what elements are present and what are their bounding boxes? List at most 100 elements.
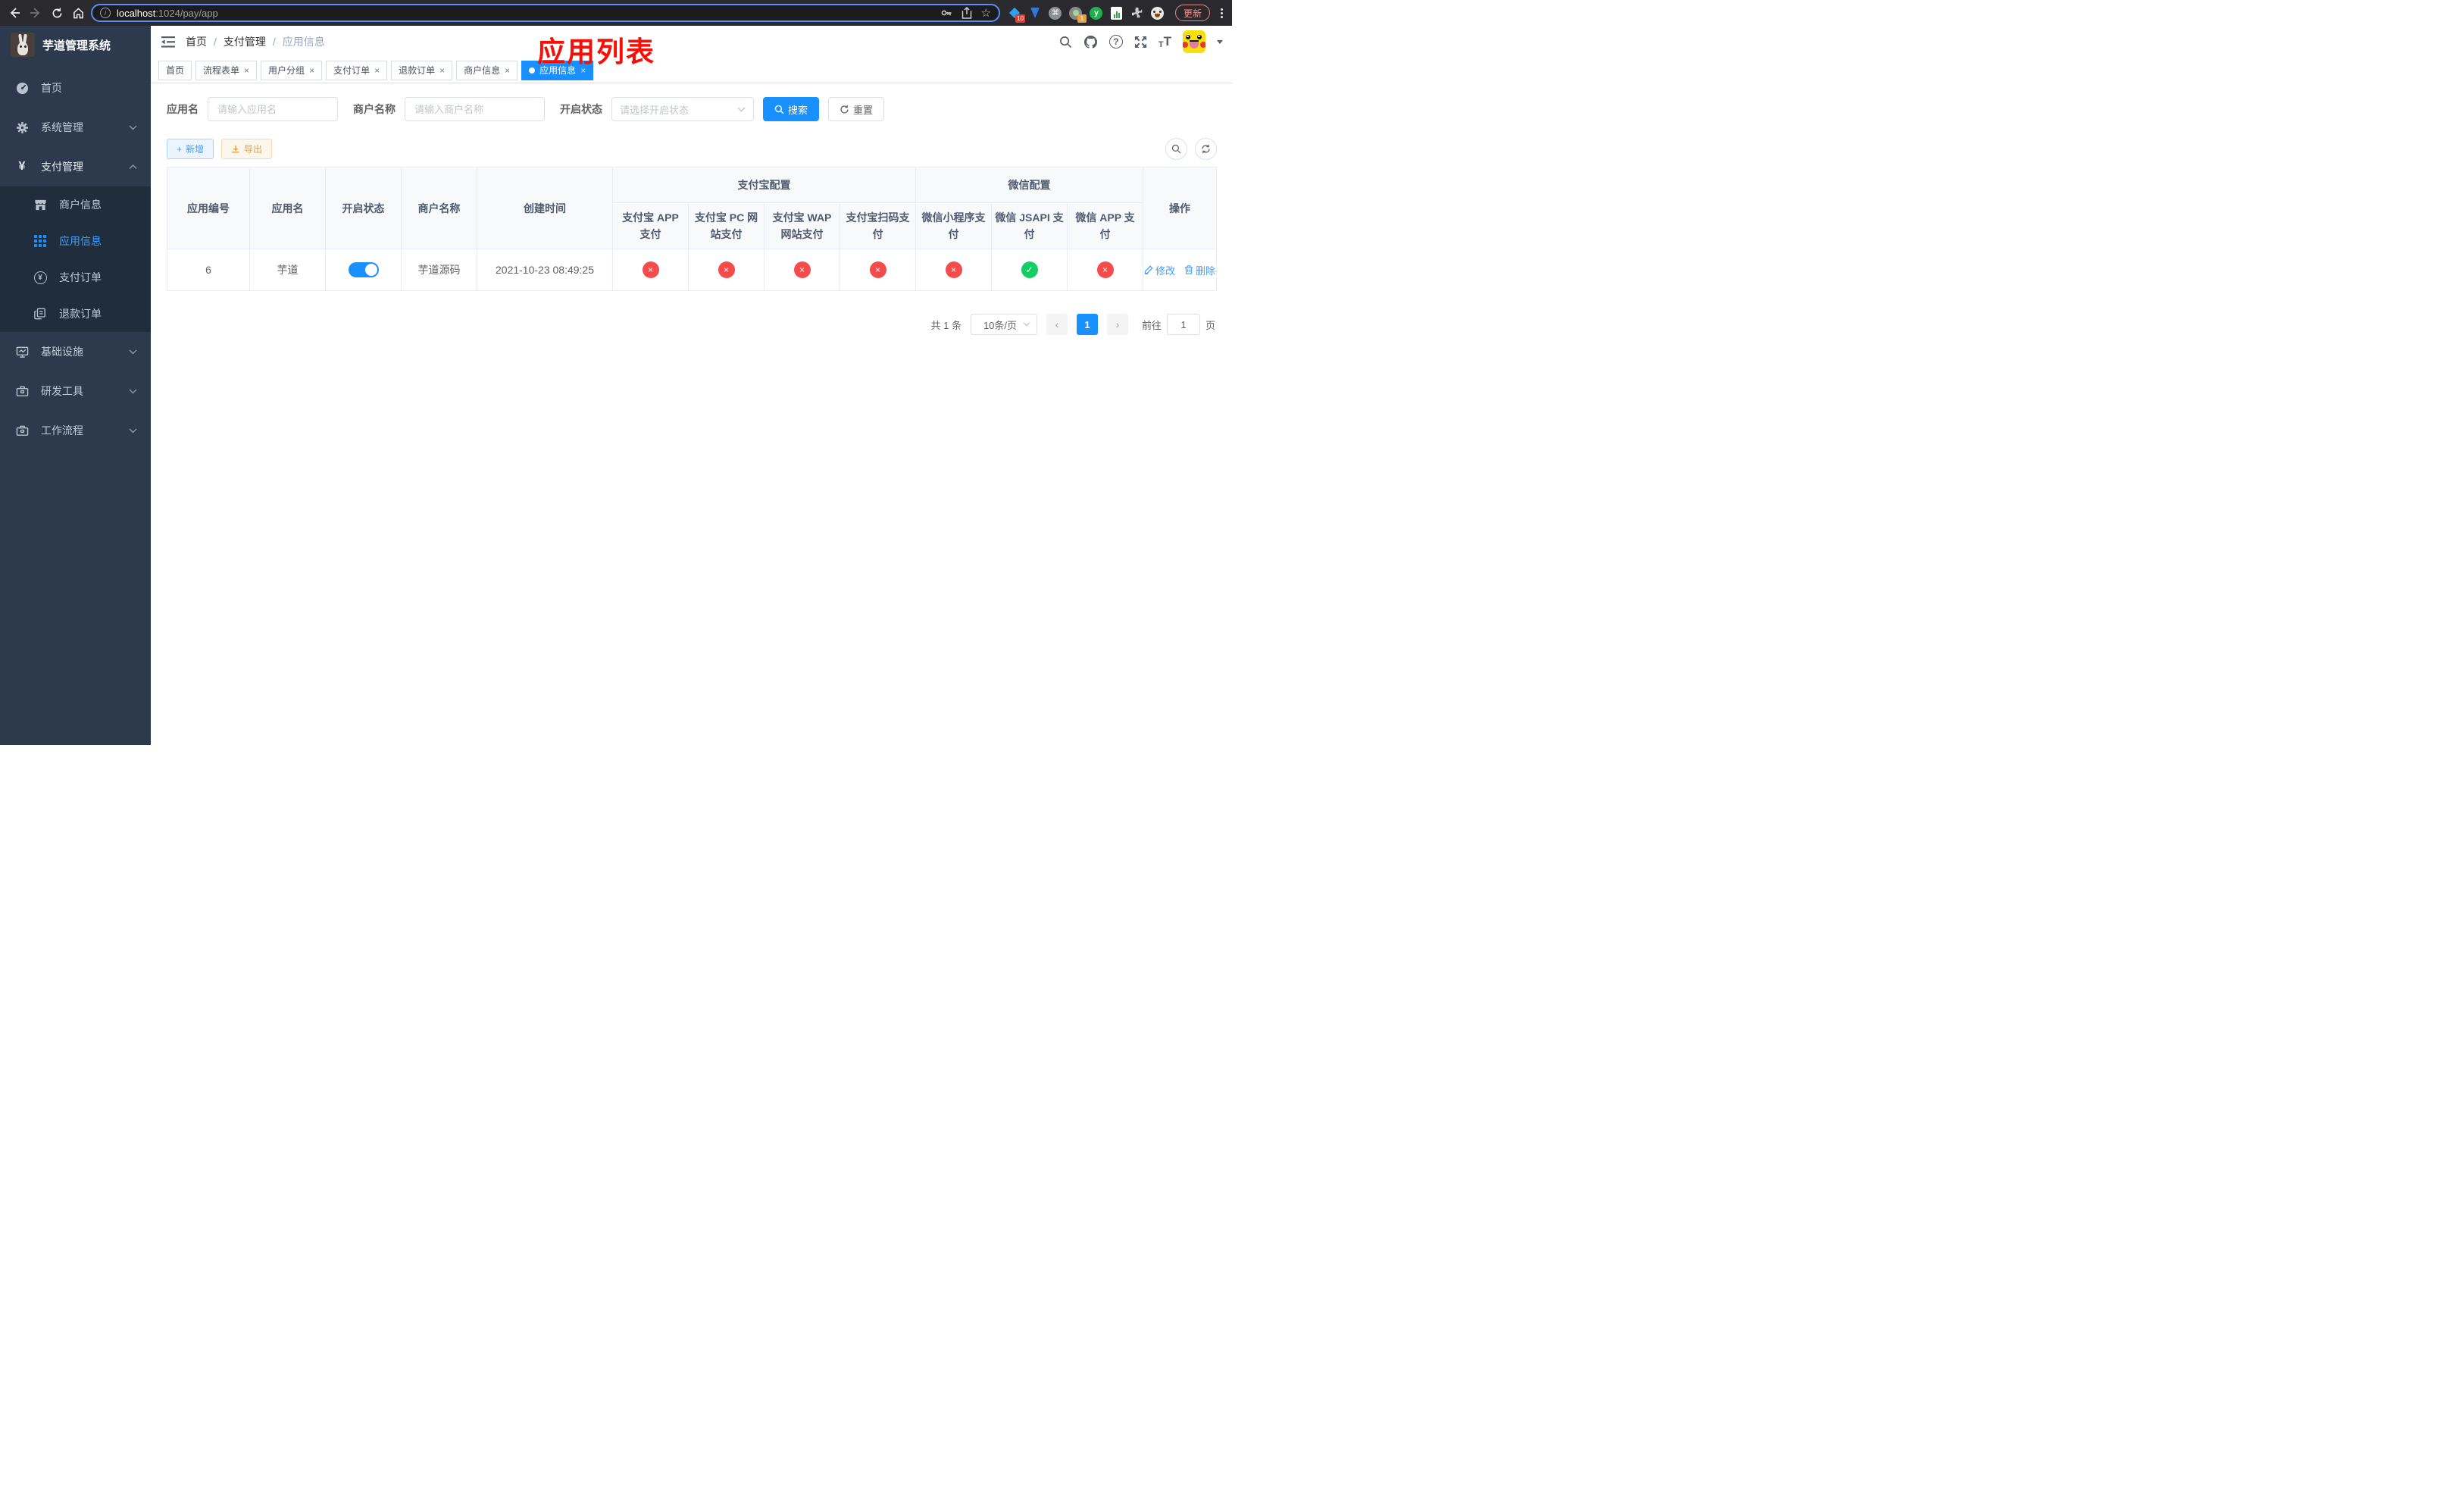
close-icon[interactable]: × bbox=[309, 66, 314, 75]
sidebar-collapse-icon[interactable] bbox=[161, 36, 175, 48]
search-button[interactable]: 搜索 bbox=[763, 97, 820, 121]
page-1-button[interactable]: 1 bbox=[1076, 314, 1098, 335]
sidebar-item-app-info[interactable]: 应用信息 bbox=[0, 223, 151, 259]
col-alipay-wap: 支付宝 WAP 网站支付 bbox=[764, 202, 840, 249]
sidebar-item-payment[interactable]: ¥ 支付管理 bbox=[0, 147, 151, 186]
tab-process-form[interactable]: 流程表单 × bbox=[195, 60, 258, 80]
browser-reload-icon[interactable] bbox=[48, 5, 65, 21]
plus-icon: + bbox=[177, 143, 183, 155]
sidebar-item-label: 退款订单 bbox=[59, 308, 102, 320]
sidebar-item-workflow[interactable]: 工作流程 bbox=[0, 411, 151, 450]
status-label: 开启状态 bbox=[560, 103, 602, 115]
url-text[interactable]: localhost:1024/pay/app bbox=[117, 8, 934, 19]
refresh-icon bbox=[840, 105, 849, 114]
next-page-button[interactable]: › bbox=[1106, 314, 1128, 335]
sidebar-item-system[interactable]: 系统管理 bbox=[0, 108, 151, 147]
extension-kite-icon[interactable] bbox=[1028, 6, 1042, 20]
sidebar-item-label: 应用信息 bbox=[59, 235, 102, 247]
tab-user-group[interactable]: 用户分组 × bbox=[261, 60, 323, 80]
browser-forward-icon[interactable] bbox=[27, 5, 44, 21]
app-name-input[interactable] bbox=[208, 97, 338, 121]
sidebar-item-infrastructure[interactable]: 基础设施 bbox=[0, 332, 151, 371]
password-key-icon[interactable] bbox=[940, 7, 952, 19]
col-alipay-qr: 支付宝扫码支付 bbox=[840, 202, 916, 249]
chrome-menu-icon[interactable] bbox=[1218, 8, 1226, 18]
status-select[interactable]: 请选择开启状态 bbox=[611, 97, 754, 121]
breadcrumb-section[interactable]: 支付管理 bbox=[224, 34, 266, 49]
refresh-button[interactable] bbox=[1195, 138, 1217, 160]
app-name-label: 应用名 bbox=[167, 103, 199, 115]
extension-y-icon[interactable]: y bbox=[1090, 6, 1103, 20]
close-icon[interactable]: × bbox=[439, 66, 445, 75]
extension-chart-icon[interactable] bbox=[1110, 6, 1124, 20]
extension-diamond-icon[interactable]: 10 bbox=[1008, 6, 1025, 23]
sidebar-item-dev-tools[interactable]: 研发工具 bbox=[0, 371, 151, 411]
col-operations: 操作 bbox=[1143, 167, 1217, 249]
sidebar-item-label: 工作流程 bbox=[41, 424, 83, 437]
close-icon[interactable]: × bbox=[580, 66, 586, 75]
refresh-icon bbox=[1202, 144, 1210, 154]
gear-icon bbox=[15, 121, 29, 134]
fullscreen-icon[interactable] bbox=[1134, 36, 1147, 49]
bookmark-star-icon[interactable]: ☆ bbox=[981, 6, 991, 20]
add-button[interactable]: + 新增 bbox=[167, 139, 214, 159]
sidebar-item-merchant-info[interactable]: 商户信息 bbox=[0, 186, 151, 223]
tab-home[interactable]: 首页 bbox=[158, 60, 192, 80]
status-toggle[interactable] bbox=[348, 262, 379, 277]
pay-order-icon: ¥ bbox=[33, 271, 47, 284]
avatar-caret-icon[interactable] bbox=[1217, 39, 1223, 44]
edit-link[interactable]: 修改 bbox=[1144, 263, 1175, 277]
jump-suffix: 页 bbox=[1205, 319, 1215, 331]
download-icon bbox=[232, 145, 239, 153]
profile-avatar-icon[interactable] bbox=[1151, 6, 1165, 20]
chevron-down-icon bbox=[129, 349, 137, 355]
tab-refund-orders[interactable]: 退款订单 × bbox=[391, 60, 453, 80]
app-logo[interactable]: 芋道管理系统 bbox=[0, 26, 151, 64]
search-icon[interactable] bbox=[1059, 36, 1072, 49]
chevron-up-icon bbox=[129, 164, 137, 170]
breadcrumb-home[interactable]: 首页 bbox=[186, 34, 207, 49]
chevron-down-icon bbox=[129, 428, 137, 434]
col-create-time: 创建时间 bbox=[477, 167, 613, 249]
extension-camo-icon[interactable]: 1 bbox=[1069, 6, 1087, 23]
reset-button[interactable]: 重置 bbox=[828, 97, 885, 121]
chrome-update-button[interactable]: 更新 bbox=[1174, 5, 1210, 21]
toolbox-icon bbox=[15, 385, 29, 398]
address-bar[interactable]: i localhost:1024/pay/app ☆ bbox=[91, 4, 1000, 22]
share-icon[interactable] bbox=[962, 7, 972, 19]
col-merchant: 商户名称 bbox=[401, 167, 477, 249]
page-size-select[interactable]: 10条/页 bbox=[970, 314, 1037, 335]
cell-status bbox=[325, 249, 402, 291]
col-wechat-jsapi: 微信 JSAPI 支付 bbox=[991, 202, 1068, 249]
browser-home-icon[interactable] bbox=[70, 5, 86, 21]
col-group-alipay: 支付宝配置 bbox=[612, 167, 916, 203]
close-icon[interactable]: × bbox=[244, 66, 249, 75]
extensions-puzzle-icon[interactable] bbox=[1130, 6, 1144, 20]
yen-icon: ¥ bbox=[18, 160, 26, 173]
export-button[interactable]: 导出 bbox=[221, 139, 273, 159]
merchant-name-input[interactable] bbox=[405, 97, 545, 121]
sidebar-item-pay-orders[interactable]: ¥ 支付订单 bbox=[0, 259, 151, 296]
sidebar-item-refund-orders[interactable]: 退款订单 bbox=[0, 296, 151, 332]
extension-command-icon[interactable]: ⌘ bbox=[1049, 6, 1062, 20]
status-cross-icon: × bbox=[1096, 261, 1114, 278]
site-info-icon[interactable]: i bbox=[100, 8, 111, 18]
help-icon[interactable]: ? bbox=[1108, 35, 1123, 49]
close-icon[interactable]: × bbox=[505, 66, 510, 75]
chevron-down-icon bbox=[129, 125, 137, 130]
delete-link[interactable]: 删除 bbox=[1184, 263, 1215, 277]
toggle-search-button[interactable] bbox=[1165, 138, 1187, 160]
status-check-icon: ✓ bbox=[1021, 261, 1038, 278]
browser-back-icon[interactable] bbox=[6, 5, 23, 21]
sidebar-item-home[interactable]: 首页 bbox=[0, 68, 151, 108]
github-icon[interactable] bbox=[1083, 35, 1098, 49]
font-size-icon[interactable]: TT bbox=[1159, 34, 1171, 49]
tab-pay-orders[interactable]: 支付订单 × bbox=[326, 60, 388, 80]
tab-merchant-info[interactable]: 商户信息 × bbox=[456, 60, 518, 80]
user-avatar[interactable] bbox=[1183, 30, 1205, 53]
close-icon[interactable]: × bbox=[374, 66, 380, 75]
tab-app-info[interactable]: 应用信息 × bbox=[521, 60, 594, 80]
jump-page-input[interactable] bbox=[1166, 314, 1200, 335]
prev-page-button[interactable]: ‹ bbox=[1046, 314, 1068, 335]
page-content: 应用名 商户名称 开启状态 请选择开启状态 搜索 重置 bbox=[151, 83, 1232, 745]
